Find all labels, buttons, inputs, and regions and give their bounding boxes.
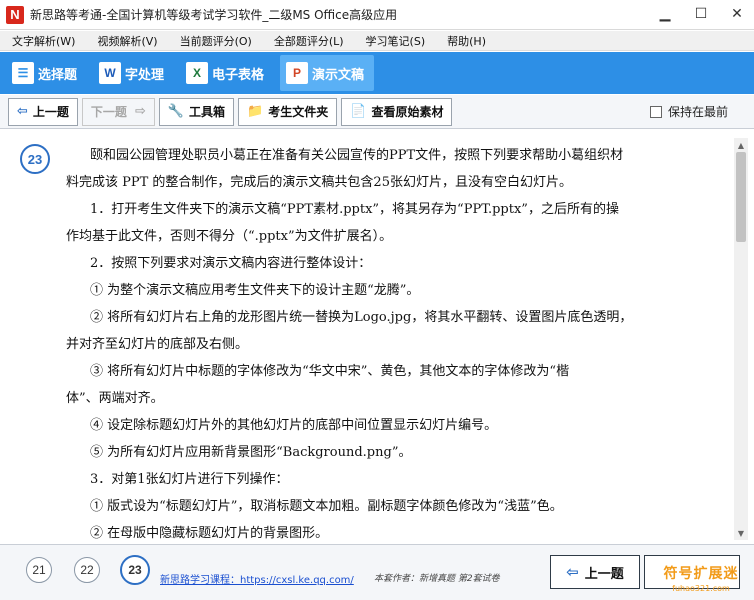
bottom-bar: 21 22 23 新思路学习课程：https://cxsl.ke.qq.com/… — [0, 544, 754, 600]
menu-study-notes[interactable]: 学习笔记(S) — [354, 33, 436, 49]
question-line: 料完成该 PPT 的整合制作，完成后的演示文稿共包含25张幻灯片，且没有空白幻灯… — [66, 175, 572, 190]
watermark-text: 符号扩展迷 — [663, 566, 739, 582]
prev-label: 上一题 — [32, 105, 69, 119]
watermark-logo: 符号扩展迷 fuhao321.com — [652, 563, 750, 593]
maximize-button[interactable]: ☐ — [690, 4, 712, 24]
folder-icon: 📁 — [247, 104, 264, 119]
bottom-prev-label: 上一题 — [584, 566, 624, 582]
word-icon: W — [99, 62, 122, 84]
tab-label: 字处理 — [125, 67, 165, 83]
tab-spreadsheet[interactable]: X 电子表格 — [180, 55, 274, 91]
bottom-prev-button[interactable]: ⇦ 上一题 — [550, 555, 640, 589]
question-text: 颐和园公园管理处职员小葛正在准备有关公园宣传的PPT文件，按照下列要求帮助小葛组… — [66, 142, 722, 540]
tab-presentation[interactable]: P 演示文稿 — [280, 55, 375, 91]
document-icon: 📄 — [350, 104, 367, 119]
menu-score-all[interactable]: 全部题评分(L) — [262, 33, 354, 49]
menu-video-analysis[interactable]: 视频解析(V) — [85, 33, 167, 49]
minimize-button[interactable]: ▁ — [654, 4, 676, 24]
watermark-url: fuhao321.com — [672, 584, 730, 593]
question-line: 体”、两端对齐。 — [66, 391, 164, 406]
question-line: 作均基于此文件，否则不得分（“.pptx”为文件扩展名）。 — [66, 229, 393, 244]
question-line: 3．对第1张幻灯片进行下列操作： — [90, 472, 289, 487]
menu-bar: 文字解析(W) 视频解析(V) 当前题评分(O) 全部题评分(L) 学习笔记(S… — [0, 31, 754, 51]
toolbar: ⇦ 上一题 下一题 ⇨ 🔧 工具箱 📁 考生文件夹 📄 查看原始素材 保持在最前 — [0, 95, 754, 129]
question-23-button[interactable]: 23 — [120, 555, 150, 585]
question-line: 2．按照下列要求对演示文稿内容进行整体设计： — [90, 256, 372, 271]
toolbox-label: 工具箱 — [189, 105, 226, 119]
vertical-scrollbar[interactable]: ▲ ▼ — [734, 138, 748, 540]
toolbox-button[interactable]: 🔧 工具箱 — [158, 97, 235, 126]
question-line: 并对齐至幻灯片的底部及右侧。 — [66, 337, 249, 352]
scroll-up-arrow-icon[interactable]: ▲ — [734, 138, 748, 152]
course-link[interactable]: 新思路学习课程：https://cxsl.ke.qq.com/ — [160, 571, 354, 586]
author-note: 本套作者：新增真题 第2套试卷 — [374, 574, 500, 584]
question-line: ② 在母版中隐藏标题幻灯片的背景图形。 — [90, 526, 329, 540]
question-22-button[interactable]: 22 — [74, 557, 100, 583]
view-source-label: 查看原始素材 — [371, 105, 444, 119]
powerpoint-icon: P — [286, 62, 309, 84]
question-line: ⑤ 为所有幻灯片应用新背景图形“Background.png”。 — [90, 445, 412, 460]
tab-multiple-choice[interactable]: ☰ 选择题 — [6, 55, 87, 91]
student-folder-label: 考生文件夹 — [268, 105, 329, 119]
question-line: ① 版式设为“标题幻灯片”，取消标题文本加粗。副标题字体颜色修改为“浅蓝”色。 — [90, 499, 563, 514]
question-line: ③ 将所有幻灯片中标题的字体修改为“华文中宋”、黄色，其他文本的字体修改为“楷 — [90, 364, 570, 379]
app-logo-icon: N — [6, 5, 24, 24]
question-21-button[interactable]: 21 — [26, 557, 52, 583]
close-button[interactable]: ✕ — [726, 4, 748, 24]
tab-word-processing[interactable]: W 字处理 — [93, 55, 174, 91]
question-line: 1．打开考生文件夹下的演示文稿“PPT素材.pptx”，将其另存为“PPT.pp… — [90, 202, 619, 217]
question-content: 23 颐和园公园管理处职员小葛正在准备有关公园宣传的PPT文件，按照下列要求帮助… — [10, 138, 732, 540]
window-controls: ▁ ☐ ✕ — [654, 4, 748, 24]
module-tabs: ☰ 选择题 W 字处理 X 电子表格 P 演示文稿 — [0, 52, 754, 94]
menu-help[interactable]: 帮助(H) — [435, 33, 496, 49]
list-icon: ☰ — [12, 62, 34, 84]
keep-on-top-label: 保持在最前 — [667, 105, 728, 119]
question-line: ② 将所有幻灯片右上角的龙形图片统一替换为Logo.jpg，将其水平翻转、设置图… — [90, 310, 633, 325]
view-source-button[interactable]: 📄 查看原始素材 — [341, 97, 453, 126]
tab-label: 演示文稿 — [312, 67, 365, 83]
window-title: 新思路等考通-全国计算机等级考试学习软件_二级MS Office高级应用 — [30, 8, 398, 22]
excel-icon: X — [186, 62, 209, 84]
question-line: 颐和园公园管理处职员小葛正在准备有关公园宣传的PPT文件，按照下列要求帮助小葛组… — [90, 148, 624, 163]
student-folder-button[interactable]: 📁 考生文件夹 — [238, 97, 338, 126]
next-question-button[interactable]: 下一题 ⇨ — [81, 97, 155, 126]
question-number-badge: 23 — [20, 144, 50, 174]
scroll-down-arrow-icon[interactable]: ▼ — [734, 526, 748, 540]
arrow-left-icon: ⇦ — [17, 104, 28, 119]
checkbox-box[interactable] — [649, 105, 662, 118]
question-line: ④ 设定除标题幻灯片外的其他幻灯片的底部中间位置显示幻灯片编号。 — [90, 418, 498, 433]
prev-question-button[interactable]: ⇦ 上一题 — [8, 97, 78, 126]
scroll-thumb[interactable] — [736, 152, 746, 242]
question-line: ① 为整个演示文稿应用考生文件夹下的设计主题“龙腾”。 — [90, 283, 420, 298]
keep-on-top-checkbox[interactable]: 保持在最前 — [649, 103, 728, 120]
menu-text-analysis[interactable]: 文字解析(W) — [0, 33, 85, 49]
tab-label: 电子表格 — [212, 67, 265, 83]
tab-label: 选择题 — [38, 67, 78, 83]
menu-score-current[interactable]: 当前题评分(O) — [168, 33, 262, 49]
arrow-right-icon: ⇨ — [134, 104, 146, 119]
title-bar: N 新思路等考通-全国计算机等级考试学习软件_二级MS Office高级应用 ▁… — [0, 0, 754, 30]
wrench-icon: 🔧 — [167, 104, 185, 119]
next-label: 下一题 — [90, 105, 127, 119]
arrow-left-icon: ⇦ — [566, 563, 579, 581]
